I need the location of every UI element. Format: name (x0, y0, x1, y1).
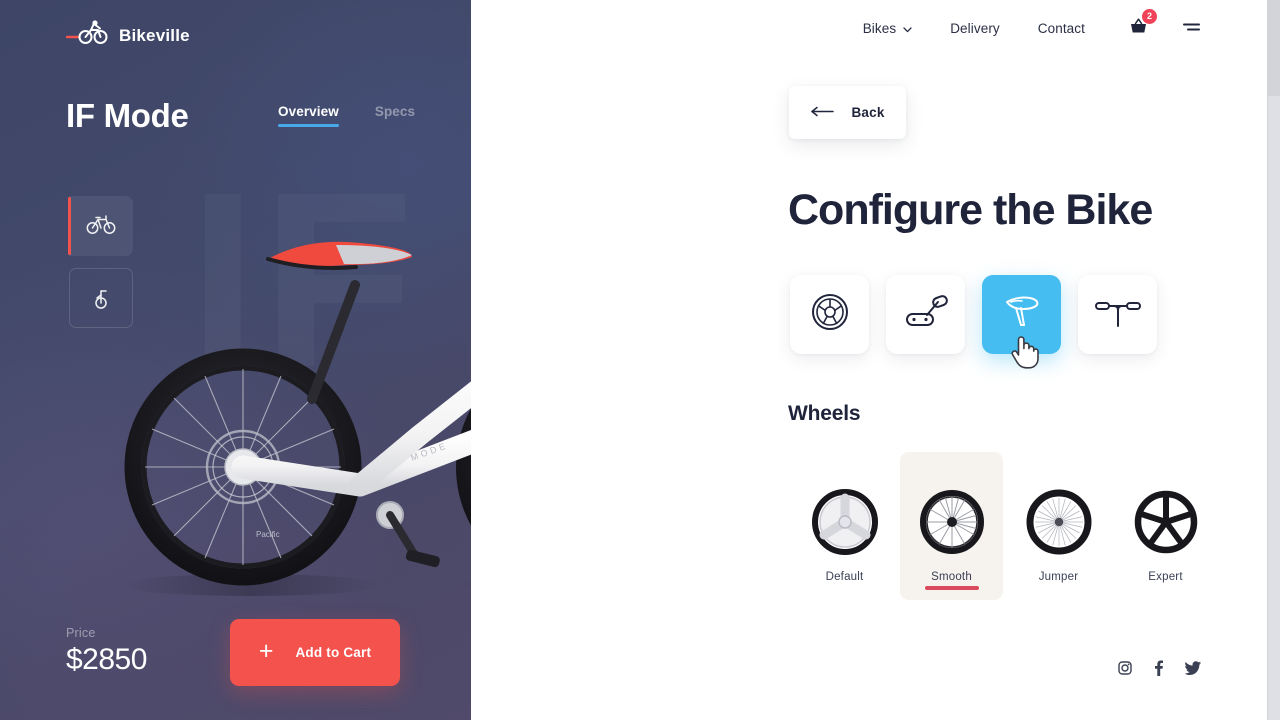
nav-item-contact-label: Contact (1037, 21, 1085, 36)
twitter-icon[interactable] (1185, 661, 1201, 675)
pedal-icon (903, 294, 949, 335)
hamburger-menu-button[interactable] (1182, 20, 1201, 38)
back-button[interactable]: Back (789, 86, 906, 139)
five-spoke-wheel-icon (1130, 486, 1202, 558)
social-links (1118, 660, 1201, 676)
page-title: IF Mode (66, 97, 189, 134)
wheel-option-jumper[interactable]: Jumper (1007, 452, 1110, 600)
wheel-option-smooth-label: Smooth (931, 571, 972, 583)
price-value: $2850 (66, 643, 147, 676)
page-scrollbar[interactable] (1267, 0, 1280, 720)
add-to-cart-button[interactable]: + Add to Cart (230, 619, 400, 686)
category-tile-pedals[interactable] (886, 275, 965, 354)
back-button-label: Back (851, 105, 885, 120)
chevron-down-icon (903, 21, 912, 36)
bike-folded-thumb[interactable] (69, 268, 133, 328)
folded-bicycle-icon (95, 290, 107, 309)
hamburger-menu-icon (1182, 20, 1201, 38)
view-thumbnail-list (68, 196, 133, 328)
three-spoke-wheel-icon (809, 486, 881, 558)
category-tile-handlebar[interactable] (1078, 275, 1157, 354)
spoked-wheel-icon (916, 486, 988, 558)
product-preview-panel: IF Bikeville IF Mode Overview Specs (0, 0, 471, 720)
wheel-option-default-label: Default (825, 571, 864, 583)
wheel-option-jumper-label: Jumper (1038, 571, 1079, 583)
wheel-option-smooth[interactable]: Smooth (900, 452, 1003, 600)
wheel-option-default[interactable]: Default (793, 452, 896, 600)
app-screen: IF Bikeville IF Mode Overview Specs (0, 0, 1280, 720)
cyclist-icon (65, 20, 108, 51)
product-watermark: IF (188, 172, 418, 387)
configurator-panel: Bikes Delivery Contact 2 Back Configure … (471, 0, 1280, 720)
wheel-option-expert[interactable]: Expert (1114, 452, 1217, 600)
price-label: Price (66, 626, 96, 640)
configurator-heading: Configure the Bike (788, 186, 1153, 234)
svg-text:Pacific: Pacific (256, 530, 280, 539)
cart-button[interactable]: 2 (1129, 9, 1157, 40)
arrow-left-icon (810, 105, 835, 120)
nav-item-contact[interactable]: Contact (1038, 21, 1085, 36)
nav-item-bikes-label: Bikes (862, 21, 897, 36)
page-scrollbar-thumb[interactable] (1267, 0, 1280, 96)
tab-overview[interactable]: Overview (278, 104, 339, 127)
saddle-icon (1000, 292, 1044, 337)
bicycle-icon (86, 213, 116, 240)
plus-icon: + (258, 637, 274, 665)
section-title: Wheels (788, 402, 861, 425)
brand-name: Bikeville (119, 25, 190, 45)
category-tile-wheels[interactable] (790, 275, 869, 354)
dense-spoke-wheel-icon (1023, 486, 1095, 558)
svg-text:MODE: MODE (409, 440, 449, 463)
wheel-option-expert-label: Expert (1148, 571, 1183, 583)
category-tile-saddle[interactable] (982, 275, 1061, 354)
category-tabs (790, 275, 1157, 354)
top-navigation: Bikes Delivery Contact 2 (825, 9, 1201, 40)
wheel-option-list: Default Smooth Jumper Expert (793, 452, 1217, 600)
brand-logo[interactable]: Bikeville (65, 20, 190, 51)
bike-unfolded-thumb[interactable] (68, 196, 133, 256)
nav-item-bikes[interactable]: Bikes (863, 21, 913, 36)
tab-specs[interactable]: Specs (375, 104, 415, 127)
price-block: Price $2850 (66, 626, 147, 677)
instagram-icon[interactable] (1118, 661, 1132, 675)
nav-item-delivery[interactable]: Delivery (950, 21, 1000, 36)
cart-badge: 2 (1142, 9, 1157, 24)
handlebar-icon (1094, 294, 1142, 335)
product-tabs: Overview Specs (278, 104, 415, 127)
facebook-icon[interactable] (1154, 660, 1163, 676)
nav-item-delivery-label: Delivery (950, 21, 1000, 36)
add-to-cart-label: Add to Cart (295, 645, 372, 660)
wheel-icon (810, 292, 850, 337)
